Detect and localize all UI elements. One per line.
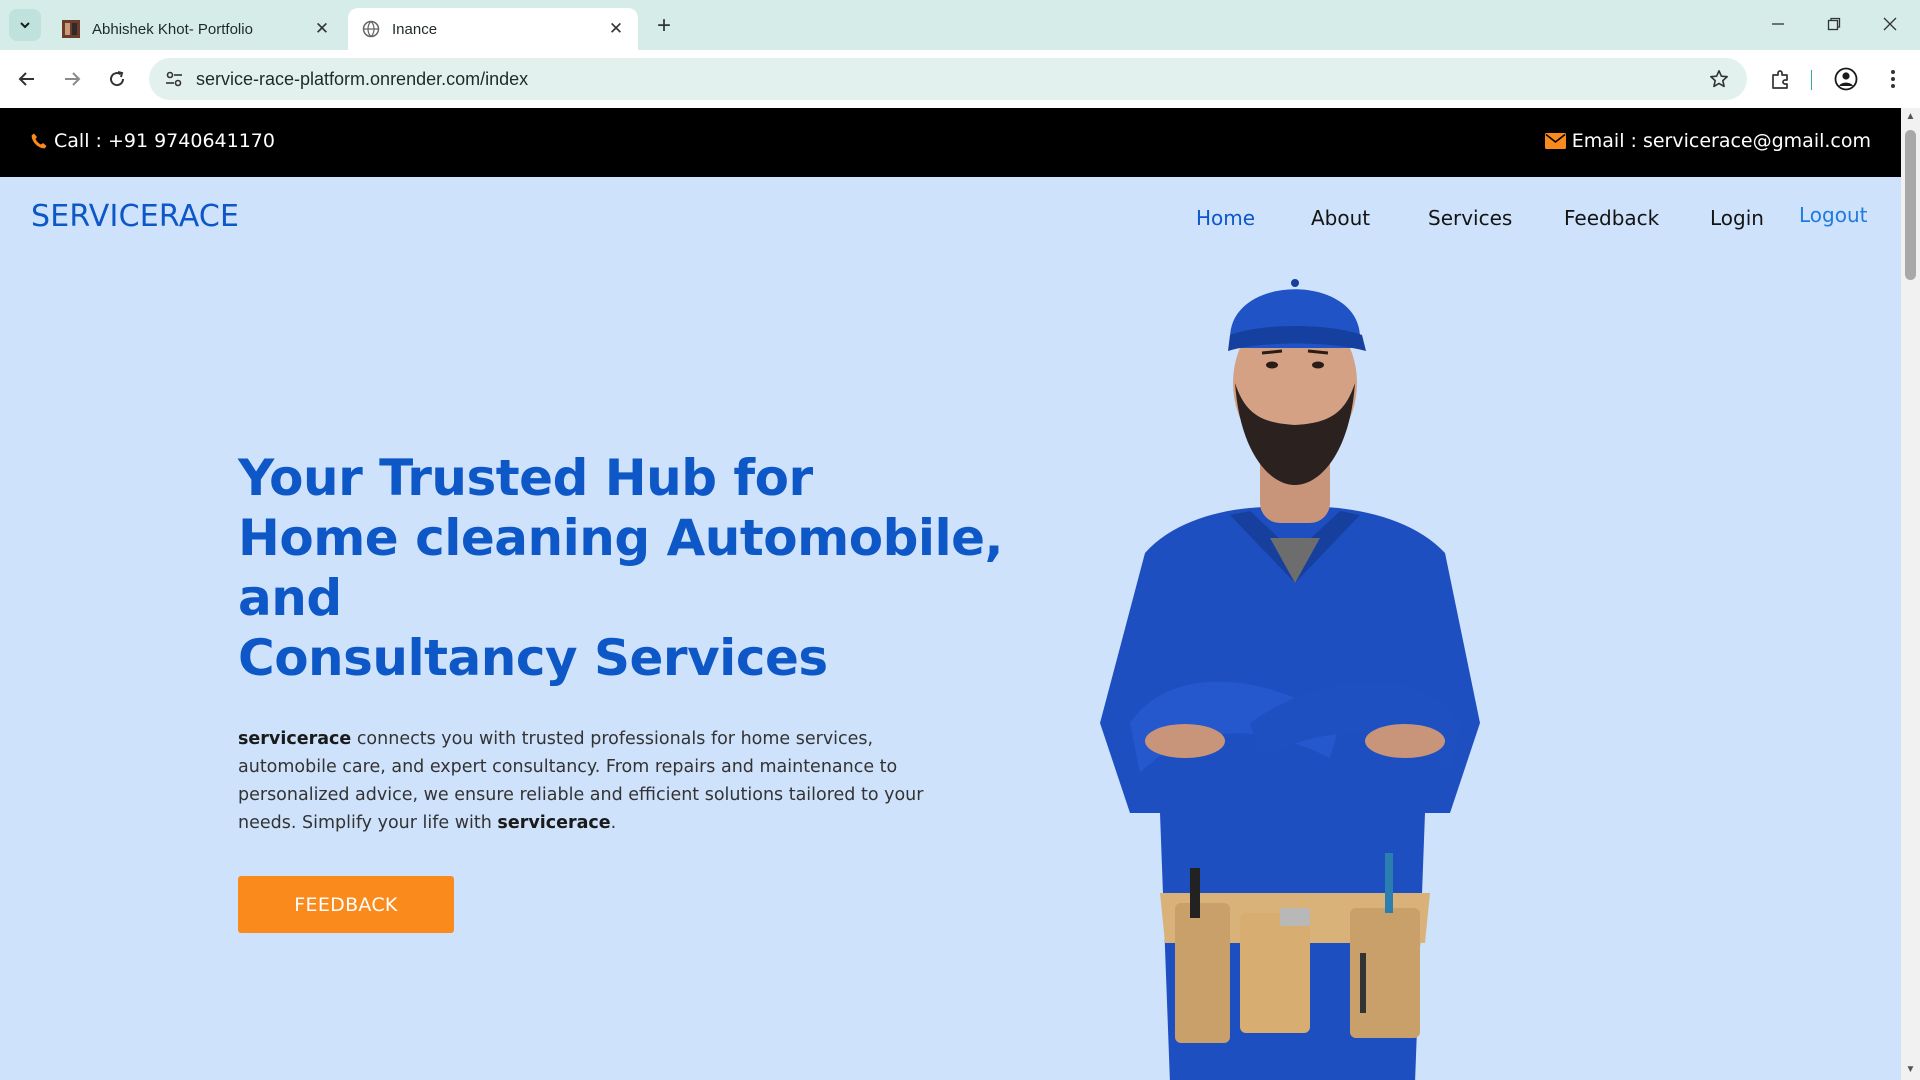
- toolbar-divider: [1811, 70, 1812, 90]
- restore-icon: [1827, 17, 1841, 31]
- hero-title-line: Your Trusted Hub for: [238, 449, 813, 507]
- extensions-button[interactable]: [1765, 63, 1797, 95]
- brand-name: servicerace: [238, 729, 352, 749]
- nav-logout[interactable]: Logout: [1799, 203, 1867, 227]
- nav-home[interactable]: Home: [1196, 206, 1255, 230]
- brand-name: servicerace: [497, 813, 611, 833]
- email-info[interactable]: Email : servicerace@gmail.com: [1544, 130, 1871, 152]
- email-text: Email : servicerace@gmail.com: [1571, 130, 1871, 152]
- page-viewport: Call : +91 9740641170 Email : servicerac…: [0, 108, 1901, 1080]
- call-text: Call : +91 9740641170: [54, 130, 275, 152]
- brand-logo[interactable]: SERVICERACE: [31, 199, 239, 234]
- feedback-button[interactable]: FEEDBACK: [238, 876, 454, 933]
- mechanic-image: [1100, 279, 1480, 1080]
- tune-icon[interactable]: [163, 68, 185, 90]
- close-icon: [1883, 17, 1897, 31]
- portfolio-favicon-icon: [62, 20, 80, 38]
- hero-title-line: Consultancy Services: [238, 629, 828, 687]
- url-text[interactable]: service-race-platform.onrender.com/index: [196, 69, 528, 90]
- bookmark-button[interactable]: [1707, 67, 1731, 91]
- browser-menu-button[interactable]: [1877, 63, 1909, 95]
- tab-portfolio[interactable]: Abhishek Khot- Portfolio ✕: [48, 8, 344, 50]
- chevron-down-icon: [20, 22, 30, 29]
- nav-login[interactable]: Login: [1710, 206, 1764, 230]
- globe-icon: [362, 20, 380, 38]
- close-window-button[interactable]: [1870, 8, 1910, 40]
- reload-button[interactable]: [101, 63, 133, 95]
- scrollbar-thumb[interactable]: [1905, 130, 1916, 280]
- forward-button[interactable]: [56, 63, 88, 95]
- scroll-up-icon[interactable]: ▲: [1905, 112, 1916, 122]
- hero-title-line: and: [238, 569, 342, 627]
- reload-icon: [110, 71, 125, 87]
- contact-bar: Call : +91 9740641170 Email : servicerac…: [0, 108, 1901, 177]
- nav-feedback[interactable]: Feedback: [1564, 206, 1659, 230]
- tab-inance[interactable]: Inance ✕: [348, 8, 638, 50]
- close-icon[interactable]: ✕: [308, 15, 336, 43]
- call-info[interactable]: Call : +91 9740641170: [30, 130, 275, 152]
- tab-title: Abhishek Khot- Portfolio: [92, 20, 253, 38]
- puzzle-icon: [1772, 70, 1788, 89]
- hero-title-line: Home cleaning Automobile,: [238, 509, 1004, 567]
- envelope-icon: [1544, 133, 1566, 149]
- nav-services[interactable]: Services: [1428, 206, 1512, 230]
- new-tab-button[interactable]: +: [650, 12, 678, 40]
- star-icon: [1710, 70, 1728, 88]
- account-icon: [1834, 67, 1858, 91]
- close-icon[interactable]: ✕: [602, 15, 630, 43]
- tab-title: Inance: [392, 20, 438, 38]
- address-bar[interactable]: service-race-platform.onrender.com/index: [149, 58, 1747, 100]
- tab-search-button[interactable]: [9, 9, 41, 41]
- description-end: .: [610, 813, 617, 833]
- phone-icon: [31, 133, 47, 149]
- page-scrollbar[interactable]: ▲ ▼: [1901, 108, 1920, 1080]
- arrow-right-icon: [65, 72, 81, 86]
- browser-toolbar: service-race-platform.onrender.com/index: [0, 50, 1920, 108]
- site-navbar: SERVICERACE Home About Services Feedback…: [0, 177, 1901, 257]
- scroll-down-icon[interactable]: ▼: [1905, 1065, 1916, 1075]
- tab-strip: Abhishek Khot- Portfolio ✕ Inance ✕ +: [0, 0, 1920, 50]
- hero-description: servicerace connects you with trusted pr…: [238, 725, 938, 837]
- back-button[interactable]: [11, 63, 43, 95]
- nav-about[interactable]: About: [1311, 206, 1370, 230]
- restore-button[interactable]: [1814, 8, 1854, 40]
- plus-icon: +: [656, 12, 671, 39]
- minimize-button[interactable]: [1758, 8, 1798, 40]
- minimize-icon: [1772, 23, 1784, 25]
- arrow-left-icon: [18, 72, 34, 86]
- hero-title: Your Trusted Hub for Home cleaning Autom…: [238, 448, 1004, 688]
- profile-button[interactable]: [1830, 63, 1862, 95]
- kebab-menu-icon: [1891, 70, 1895, 88]
